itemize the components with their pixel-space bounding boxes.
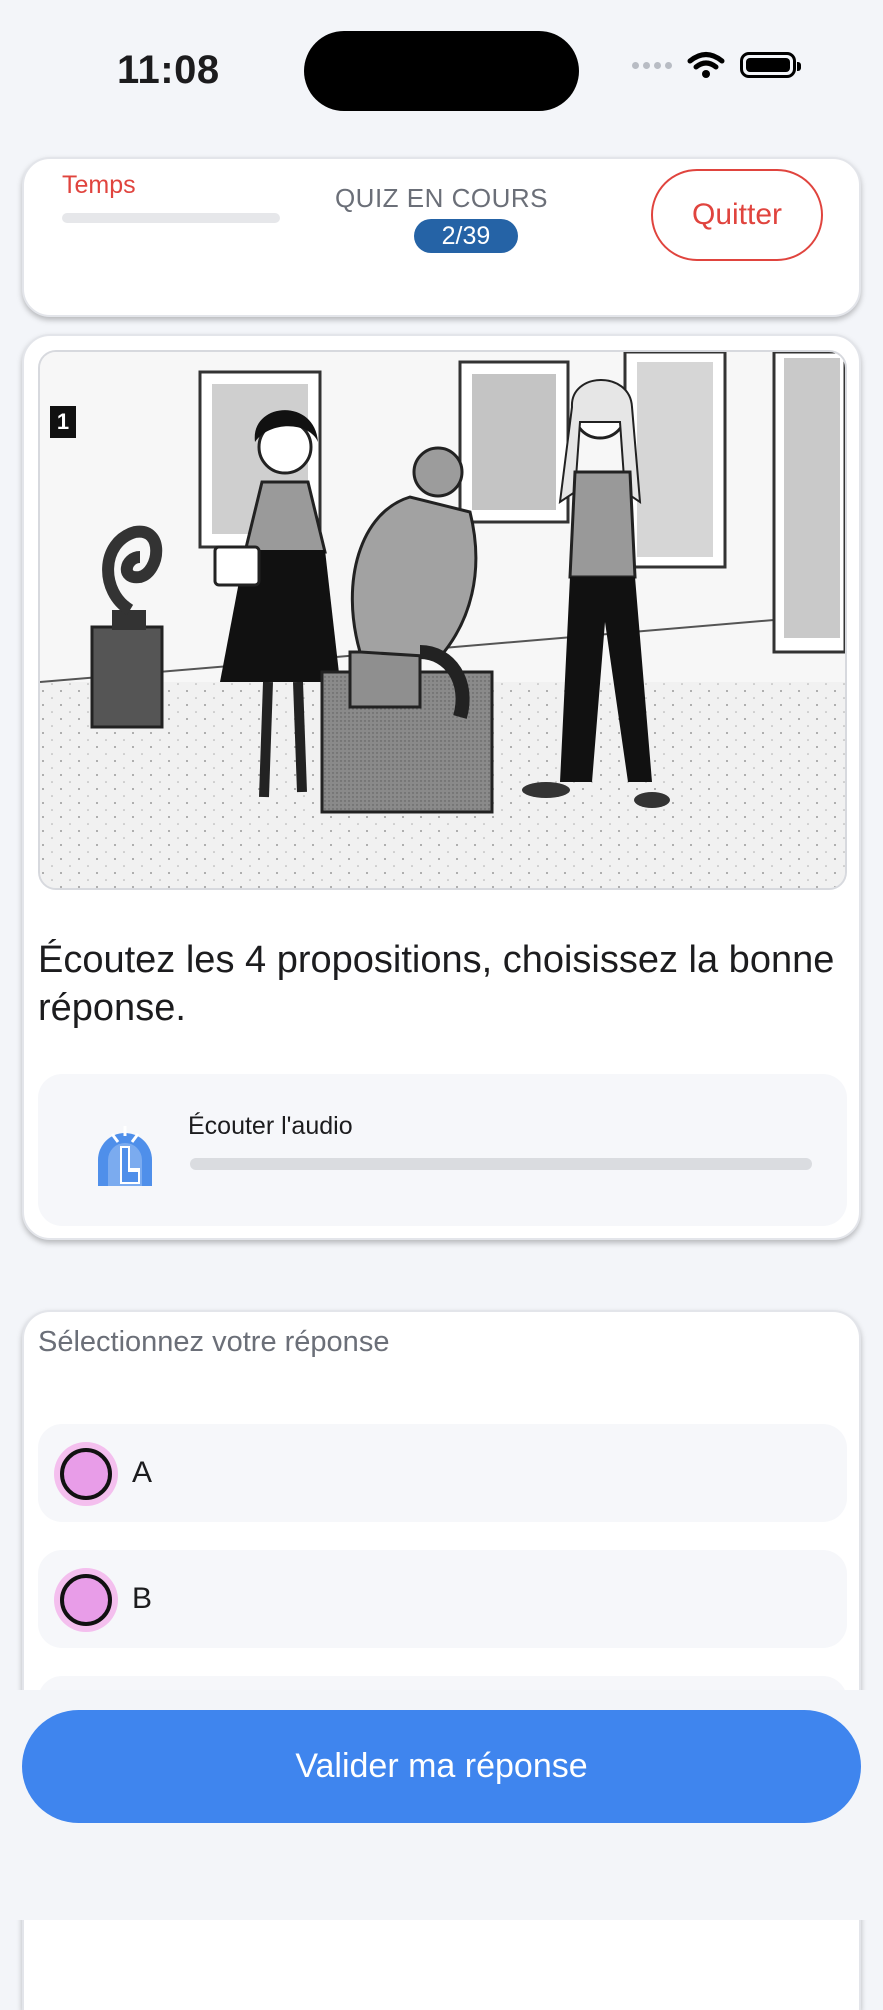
answer-option-label: A — [132, 1456, 153, 1489]
audio-label: Écouter l'audio — [188, 1112, 353, 1140]
timer-bar — [62, 213, 280, 223]
answer-option-label: B — [132, 1582, 153, 1615]
signal-icon — [632, 61, 672, 69]
status-time: 11:08 — [117, 48, 220, 92]
audio-player[interactable]: Écouter l'audio — [38, 1074, 847, 1226]
submit-answer-button[interactable]: Valider ma réponse — [22, 1710, 861, 1823]
quiz-header: Temps QUIZ EN COURS 2/39 Quitter — [22, 157, 861, 317]
audio-progress-bar[interactable] — [190, 1158, 812, 1170]
question-progress-badge: 2/39 — [414, 219, 518, 253]
radio-button-a[interactable] — [54, 1442, 118, 1506]
quit-button[interactable]: Quitter — [651, 169, 823, 261]
answer-option-b[interactable]: B — [38, 1550, 847, 1648]
status-icons — [632, 50, 801, 80]
illustration-number: 1 — [50, 406, 76, 438]
answers-title: Sélectionnez votre réponse — [38, 1326, 390, 1358]
radio-button-b[interactable] — [54, 1568, 118, 1632]
question-card: 1 Écoutez les 4 propositions, choisissez… — [22, 334, 861, 1240]
battery-icon — [740, 52, 801, 78]
wifi-icon — [687, 52, 725, 78]
question-prompt: Écoutez les 4 propositions, choisissez l… — [38, 939, 835, 1029]
answer-option-a[interactable]: A — [38, 1424, 847, 1522]
dynamic-island — [304, 31, 579, 111]
bottom-bar: Valider ma réponse — [0, 1690, 883, 1920]
audio-touch-icon[interactable] — [92, 1112, 158, 1188]
question-illustration: 1 — [38, 350, 847, 890]
